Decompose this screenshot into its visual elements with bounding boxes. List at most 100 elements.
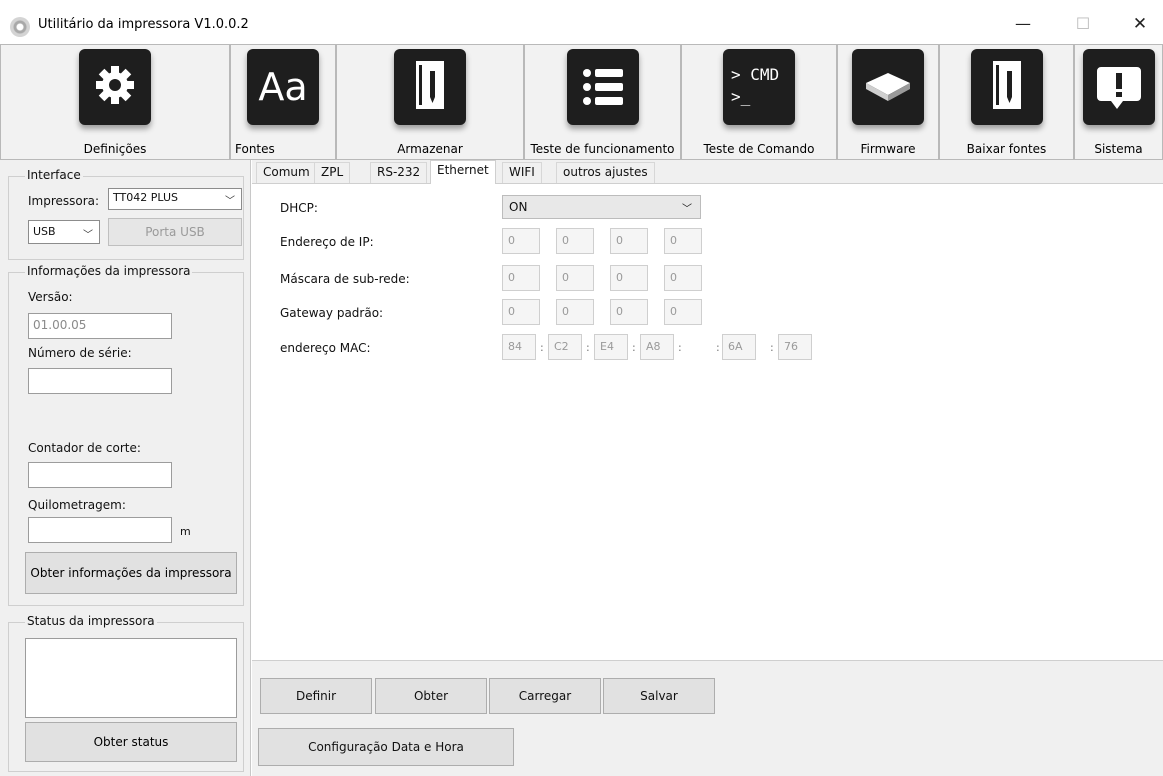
printer-select[interactable]: TT042 PLUS ﹀: [108, 188, 242, 210]
interface-title: Interface: [25, 168, 83, 182]
mileage-unit: m: [180, 525, 191, 538]
port-select[interactable]: USB ﹀: [28, 220, 100, 244]
tab-ethernet[interactable]: Ethernet: [430, 160, 496, 184]
mac-separator: :: [770, 341, 774, 354]
mac-separator: :: [678, 341, 682, 354]
usb-port-button[interactable]: Porta USB: [108, 218, 242, 246]
mac-separator: :: [586, 341, 590, 354]
toolbar-firmware-button[interactable]: Firmware: [837, 44, 939, 160]
printer-select-value: TT042 PLUS: [113, 191, 178, 204]
serial-field[interactable]: [28, 368, 172, 394]
font-aa-icon: Aa: [247, 49, 319, 125]
mac-byte-6[interactable]: 76: [778, 334, 812, 360]
close-button[interactable]: ✕: [1117, 10, 1163, 38]
mac-separator: :: [540, 341, 544, 354]
minimize-button[interactable]: —: [1000, 10, 1046, 38]
mask-octet-2[interactable]: 0: [556, 265, 594, 291]
mac-separator: :: [632, 341, 636, 354]
mask-label: Máscara de sub-rede:: [280, 272, 410, 286]
tab-wifi[interactable]: WIFI: [502, 162, 542, 183]
set-button[interactable]: Definir: [260, 678, 372, 714]
mileage-label: Quilometragem:: [28, 498, 126, 512]
toolbar-label: Firmware: [860, 142, 916, 156]
chevron-down-icon: ﹀: [682, 204, 692, 215]
load-button[interactable]: Carregar: [489, 678, 601, 714]
gateway-octet-4[interactable]: 0: [664, 299, 702, 325]
toolbar-label: Teste de funcionamento: [530, 142, 675, 156]
list-icon: [566, 49, 639, 125]
toolbar-label: Teste de Comando: [703, 142, 815, 156]
toolbar-fontes-button[interactable]: Aa Fontes: [230, 44, 336, 160]
gateway-octet-1[interactable]: 0: [502, 299, 540, 325]
gateway-octet-2[interactable]: 0: [556, 299, 594, 325]
tab-outros-ajustes[interactable]: outros ajustes: [556, 162, 655, 183]
left-panel: Interface Impressora: TT042 PLUS ﹀ USB ﹀…: [0, 160, 251, 776]
mac-byte-4[interactable]: A8: [640, 334, 674, 360]
gateway-label: Gateway padrão:: [280, 306, 384, 320]
printer-info-title: Informações da impressora: [25, 264, 193, 278]
dhcp-value: ON: [509, 200, 528, 214]
mac-label: endereço MAC:: [280, 341, 371, 355]
chevron-down-icon: ﹀: [83, 230, 93, 241]
toolbar-armazenar-button[interactable]: Armazenar: [336, 44, 524, 160]
mask-octet-1[interactable]: 0: [502, 265, 540, 291]
printer-label: Impressora:: [28, 194, 100, 208]
window-title: Utilitário da impressora V1.0.0.2: [38, 17, 249, 32]
cut-counter-label: Contador de corte:: [28, 441, 141, 455]
alert-icon: [1082, 49, 1155, 125]
toolbar-label: Definições: [83, 142, 147, 156]
mask-octet-3[interactable]: 0: [610, 265, 648, 291]
app-icon: [10, 17, 30, 37]
toolbar-definicoes-button[interactable]: Definições: [0, 44, 230, 160]
tab-rs232[interactable]: RS-232: [370, 162, 428, 183]
printer-status-title: Status da impressora: [25, 614, 157, 628]
toolbar-teste-funcionamento-button[interactable]: Teste de funcionamento: [524, 44, 681, 160]
toolbar-label: Fontes: [235, 142, 275, 156]
notebook-icon: [970, 49, 1043, 125]
serial-label: Número de série:: [28, 346, 132, 360]
cmd-line-2: >_: [731, 87, 751, 106]
mac-separator: :: [716, 341, 720, 354]
toolbar-sistema-button[interactable]: Sistema: [1074, 44, 1163, 160]
get-printer-info-button[interactable]: Obter informações da impressora: [25, 552, 237, 594]
get-button[interactable]: Obter: [375, 678, 487, 714]
cmd-icon: > CMD >_: [723, 49, 795, 125]
aa-glyph: Aa: [258, 65, 308, 109]
notebook-icon: [394, 49, 466, 125]
dhcp-label: DHCP:: [280, 201, 318, 215]
save-button[interactable]: Salvar: [603, 678, 715, 714]
ip-label: Endereço de IP:: [280, 235, 374, 249]
mac-byte-3[interactable]: E4: [594, 334, 628, 360]
tab-comum[interactable]: Comum: [256, 162, 317, 183]
toolbar-teste-comando-button[interactable]: > CMD >_ Teste de Comando: [681, 44, 837, 160]
toolbar-baixar-fontes-button[interactable]: Baixar fontes: [939, 44, 1074, 160]
version-field[interactable]: 01.00.05: [28, 313, 172, 339]
cmd-line-1: > CMD: [731, 65, 780, 84]
ip-octet-3[interactable]: 0: [610, 228, 648, 254]
mask-octet-4[interactable]: 0: [664, 265, 702, 291]
datetime-config-button[interactable]: Configuração Data e Hora: [258, 728, 514, 766]
version-label: Versão:: [28, 290, 73, 304]
gear-icon: [79, 49, 151, 125]
ip-octet-2[interactable]: 0: [556, 228, 594, 254]
ip-octet-4[interactable]: 0: [664, 228, 702, 254]
toolbar-label: Baixar fontes: [966, 142, 1047, 156]
get-status-button[interactable]: Obter status: [25, 722, 237, 762]
gateway-octet-3[interactable]: 0: [610, 299, 648, 325]
mileage-field[interactable]: [28, 517, 172, 543]
ip-octet-1[interactable]: 0: [502, 228, 540, 254]
cut-counter-field[interactable]: [28, 462, 172, 488]
dhcp-select[interactable]: ON ﹀: [502, 195, 701, 219]
chip-icon: [852, 49, 924, 125]
mac-byte-5[interactable]: 6A: [722, 334, 756, 360]
maximize-button[interactable]: ☐: [1060, 10, 1106, 38]
toolbar-label: Armazenar: [397, 142, 463, 156]
status-text-area[interactable]: [25, 638, 237, 718]
tab-zpl[interactable]: ZPL: [314, 162, 351, 183]
port-select-value: USB: [33, 225, 56, 238]
toolbar-label: Sistema: [1094, 142, 1143, 156]
ethernet-panel: DHCP: ON ﹀ Endereço de IP: 0 0 0 0 Másca…: [252, 184, 1163, 660]
mac-byte-1[interactable]: 84: [502, 334, 536, 360]
chevron-down-icon: ﹀: [225, 196, 235, 207]
mac-byte-2[interactable]: C2: [548, 334, 582, 360]
